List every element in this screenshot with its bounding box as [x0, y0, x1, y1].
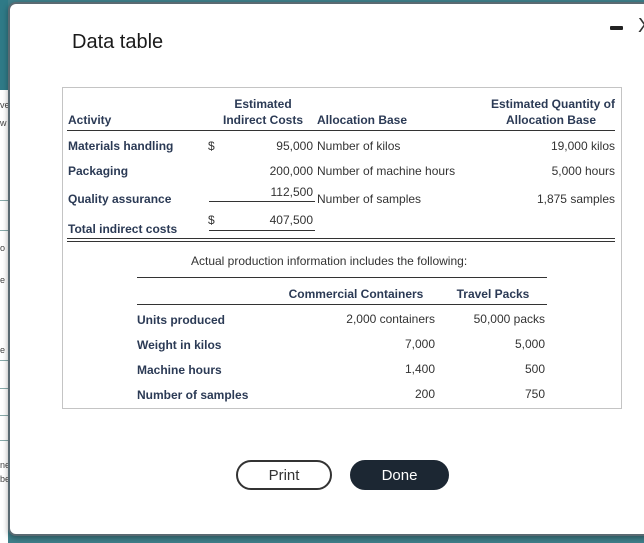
- total-rule: [209, 230, 315, 231]
- minimize-button[interactable]: [610, 26, 623, 30]
- background-divider: [0, 230, 8, 231]
- background-text-fragment: e: [0, 345, 6, 355]
- commercial-containers-value: 1,400: [404, 362, 435, 376]
- row-cost-value: 95,000: [276, 139, 313, 153]
- table2-header-rule: [137, 304, 547, 305]
- travel-packs-value: 5,000: [514, 337, 545, 351]
- row-allocation-base: Number of kilos: [317, 139, 401, 153]
- travel-packs-value: 50,000 packs: [473, 312, 545, 326]
- row-label: Units produced: [137, 313, 226, 327]
- close-button[interactable]: X: [638, 16, 644, 36]
- row-estimated-quantity: 1,875 samples: [536, 192, 615, 206]
- commercial-containers-value: 7,000: [404, 337, 435, 351]
- background-text-fragment: e: [0, 275, 6, 285]
- header-activity: Activity: [68, 113, 112, 127]
- done-button[interactable]: Done: [350, 460, 449, 490]
- row-allocation-base: Number of machine hours: [317, 164, 456, 178]
- background-text-fragment: o: [0, 243, 6, 253]
- header-indirect-costs: Indirect Costs: [222, 113, 303, 127]
- row-estimated-quantity: 19,000 kilos: [550, 139, 615, 153]
- actual-production-note: Actual production information includes t…: [191, 254, 468, 268]
- travel-packs-value: 750: [524, 387, 545, 401]
- dollar-sign: $: [208, 139, 215, 153]
- header-rule: [67, 130, 615, 131]
- data-table-dialog: Data table X Activity Estimated Indirect…: [8, 2, 644, 536]
- dollar-sign: $: [208, 213, 215, 227]
- header-quantity-allocation-base: Allocation Base: [505, 113, 596, 127]
- background-divider: [0, 440, 8, 441]
- row-label: Number of samples: [137, 388, 249, 402]
- row-activity-label: Materials handling: [68, 139, 174, 153]
- header-estimated: Estimated: [234, 97, 292, 111]
- row-label: Machine hours: [137, 363, 222, 377]
- row-cost-value: 200,000: [269, 164, 313, 178]
- background-text-fragment: w: [0, 118, 7, 128]
- background-divider: [0, 388, 8, 389]
- row-cost-value: 112,500: [270, 185, 314, 199]
- print-button[interactable]: Print: [236, 460, 332, 490]
- row-allocation-base: Number of samples: [317, 192, 422, 206]
- background-page-strip: ve w o e e ne be: [0, 0, 10, 543]
- subtotal-rule: [209, 201, 315, 202]
- table-bottom-rule-double: [67, 241, 615, 242]
- header-allocation-base: Allocation Base: [317, 113, 408, 127]
- row-activity-label: Quality assurance: [68, 192, 172, 206]
- data-table-panel: Activity Estimated Indirect Costs Alloca…: [62, 87, 622, 409]
- total-cost-value: 407,500: [269, 213, 313, 227]
- commercial-containers-value: 2,000 containers: [346, 312, 435, 326]
- commercial-containers-value: 200: [414, 387, 435, 401]
- table2-top-rule: [137, 277, 547, 278]
- row-activity-label: Packaging: [68, 164, 129, 178]
- header-estimated-quantity: Estimated Quantity of: [490, 97, 615, 111]
- dialog-title: Data table: [72, 31, 164, 53]
- table-bottom-rule: [67, 238, 615, 239]
- background-divider: [0, 360, 8, 361]
- total-label: Total indirect costs: [68, 222, 178, 236]
- header-travel-packs: Travel Packs: [456, 287, 530, 301]
- background-divider: [0, 200, 8, 201]
- travel-packs-value: 500: [524, 362, 545, 376]
- header-commercial-containers: Commercial Containers: [288, 287, 424, 301]
- background-teal-block: [0, 0, 8, 90]
- row-estimated-quantity: 5,000 hours: [551, 164, 615, 178]
- background-divider: [0, 415, 8, 416]
- row-label: Weight in kilos: [137, 338, 222, 352]
